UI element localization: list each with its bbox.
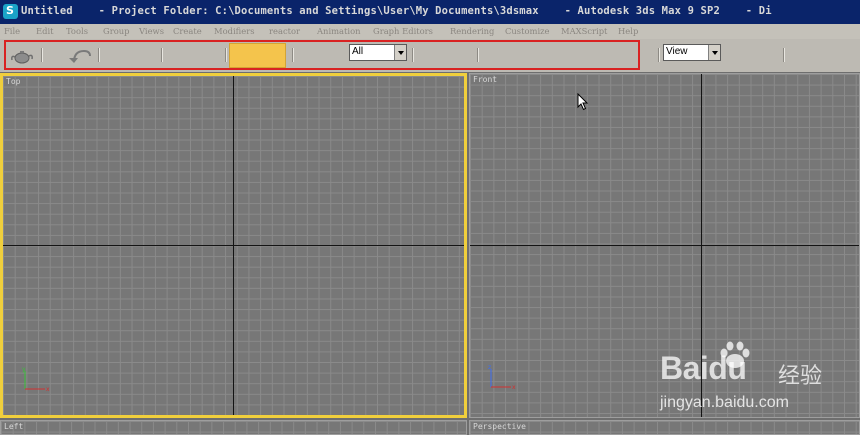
gizmo-x-label: x [512, 384, 516, 391]
viewport-label-left[interactable]: Left [4, 422, 23, 431]
3dsmax-app-icon[interactable] [3, 4, 18, 19]
teapot-icon[interactable] [10, 47, 34, 64]
menu-tools[interactable]: Tools [66, 26, 88, 36]
axis-gizmo-icon: y x [22, 366, 50, 393]
menu-bar: File Edit Tools Group Views Create Modif… [0, 24, 860, 39]
menu-customize[interactable]: Customize [505, 26, 550, 36]
reference-coordinate-dropdown[interactable]: View [663, 44, 721, 61]
viewport-left[interactable]: Left [0, 420, 467, 435]
toolbar-separator [477, 48, 479, 62]
viewport-label-front[interactable]: Front [473, 75, 497, 84]
home-grid-y-axis [233, 76, 234, 415]
gizmo-y-label: y [22, 366, 26, 373]
viewport-perspective[interactable]: Perspective [469, 420, 860, 435]
watermark-url: jingyan.baidu.com [660, 394, 789, 411]
menu-help[interactable]: Help [618, 26, 638, 36]
menu-file[interactable]: File [4, 26, 20, 36]
menu-graph-editors[interactable]: Graph Editors [373, 26, 433, 36]
menu-animation[interactable]: Animation [317, 26, 361, 36]
chevron-down-icon[interactable] [394, 45, 406, 60]
chevron-down-icon[interactable] [708, 45, 720, 60]
viewport-top[interactable]: Top y x [0, 73, 467, 418]
main-toolbar: All View [0, 39, 860, 72]
window-title: Untitled - Project Folder: C:\Documents … [21, 5, 772, 17]
home-grid-x-axis [470, 245, 859, 246]
gizmo-z-label: z [488, 364, 491, 371]
undo-arrow-icon[interactable] [68, 47, 94, 64]
title-bar: Untitled - Project Folder: C:\Documents … [0, 0, 860, 24]
gizmo-x-label: x [46, 386, 50, 393]
toolbar-separator [98, 48, 100, 62]
menu-create[interactable]: Create [173, 26, 202, 36]
viewport-label-perspective[interactable]: Perspective [473, 422, 526, 431]
named-selection-field[interactable] [229, 43, 286, 68]
axis-gizmo-icon: z x [488, 364, 516, 391]
toolbar-separator [412, 48, 414, 62]
toolbar-separator [783, 48, 785, 62]
menu-rendering[interactable]: Rendering [450, 26, 494, 36]
reference-coordinate-value: View [666, 46, 688, 57]
menu-edit[interactable]: Edit [36, 26, 54, 36]
selection-filter-dropdown[interactable]: All [349, 44, 407, 61]
baidu-jingyan-watermark: Baidu 经验 jingyan.baidu.com [660, 340, 850, 420]
selection-filter-value: All [352, 46, 364, 57]
menu-views[interactable]: Views [139, 26, 164, 36]
toolbar-separator [292, 48, 294, 62]
mouse-cursor-icon [577, 93, 589, 111]
toolbar-separator [161, 48, 163, 62]
toolbar-separator [225, 48, 227, 62]
menu-group[interactable]: Group [103, 26, 130, 36]
watermark-cn-text: 经验 [778, 364, 823, 389]
viewport-label-top[interactable]: Top [6, 77, 20, 86]
toolbar-separator [658, 48, 660, 62]
home-grid-x-axis [3, 245, 464, 246]
menu-reactor[interactable]: reactor [269, 26, 300, 36]
watermark-brand: Baidu [660, 350, 747, 386]
menu-modifiers[interactable]: Modifiers [214, 26, 255, 36]
menu-maxscript[interactable]: MAXScript [561, 26, 607, 36]
toolbar-separator [41, 48, 43, 62]
